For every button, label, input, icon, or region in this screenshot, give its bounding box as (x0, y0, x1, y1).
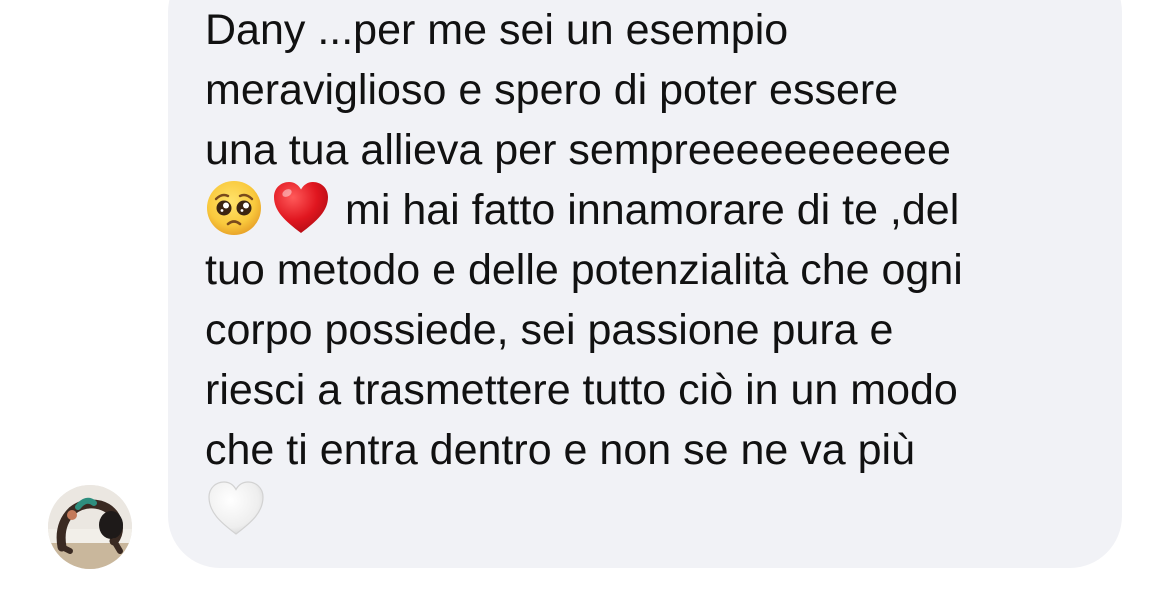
avatar-photo (48, 485, 132, 569)
message-line-emoji-only (205, 480, 1105, 540)
message-line: riesci a trasmettere tutto ciò in un mod… (205, 366, 958, 414)
message-line-with-emoji: mi hai fatto innamorare di te ,del (205, 180, 1105, 240)
message-line: corpo possiede, sei passione pura e (205, 306, 894, 354)
message-text: Dany ...per me sei un esempio meraviglio… (205, 0, 1105, 540)
pleading-face-emoji (207, 180, 261, 235)
message-line: Dany ...per me sei un esempio (205, 6, 789, 54)
chat-screen: Dany ...per me sei un esempio meraviglio… (0, 0, 1152, 592)
red-heart-emoji (274, 181, 328, 233)
white-heart-emoji (208, 481, 264, 535)
message-line: che ti entra dentro e non se ne va più (205, 426, 915, 474)
avatar[interactable] (48, 485, 132, 569)
message-line: tuo metodo e delle potenzialità che ogni (205, 246, 963, 294)
message-line: meraviglioso e spero di poter essere (205, 66, 899, 114)
message-line: una tua allieva per sempreeeeeeeeeee (205, 126, 951, 174)
message-line-text: mi hai fatto innamorare di te ,del (345, 186, 960, 234)
